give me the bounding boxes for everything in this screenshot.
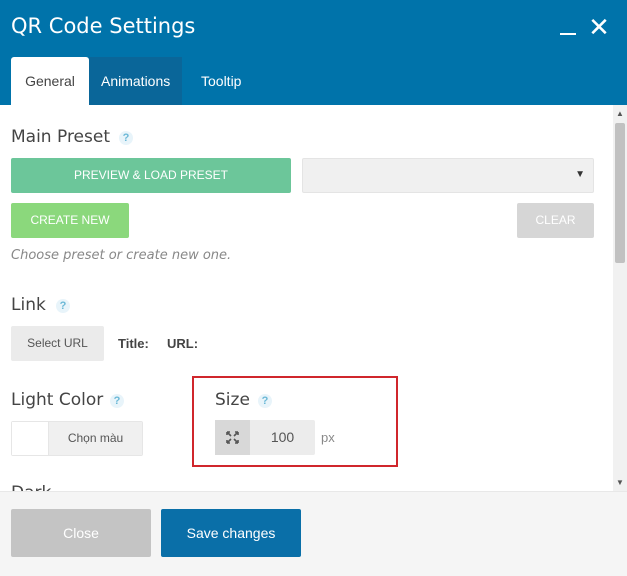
size-label: Size bbox=[215, 390, 250, 410]
create-new-button[interactable]: CREATE NEW bbox=[11, 203, 129, 238]
close-icon[interactable]: ✕ bbox=[588, 14, 610, 40]
size-help-icon[interactable]: ? bbox=[258, 394, 272, 408]
chevron-down-icon: ▼ bbox=[575, 169, 585, 180]
size-value[interactable]: 100 bbox=[250, 420, 315, 455]
dark-color-label-partial: Dark bbox=[11, 483, 51, 491]
dialog-footer: Close Save changes bbox=[0, 491, 627, 576]
select-url-button[interactable]: Select URL bbox=[11, 326, 104, 361]
scroll-up-icon[interactable]: ▲ bbox=[616, 109, 624, 118]
light-color-help-icon[interactable]: ? bbox=[110, 394, 124, 408]
main-preset-help-icon[interactable]: ? bbox=[119, 131, 133, 145]
light-color-label: Light Color bbox=[11, 390, 104, 410]
link-title-label: Title: bbox=[118, 336, 149, 351]
resize-icon bbox=[215, 420, 250, 455]
dialog-title: QR Code Settings bbox=[11, 14, 196, 38]
color-swatch[interactable] bbox=[12, 422, 49, 455]
clear-button[interactable]: CLEAR bbox=[517, 203, 594, 238]
settings-panel: Main Preset ? Preview & Load Preset ▼ CR… bbox=[0, 105, 613, 491]
scroll-thumb[interactable] bbox=[615, 123, 625, 263]
tab-tooltip[interactable]: Tooltip bbox=[189, 57, 253, 105]
content-scrollbar[interactable]: ▲ ▼ bbox=[613, 105, 627, 491]
size-unit: px bbox=[321, 430, 335, 445]
close-button[interactable]: Close bbox=[11, 509, 151, 557]
scroll-down-icon[interactable]: ▼ bbox=[616, 478, 624, 487]
size-input[interactable]: 100 bbox=[215, 420, 315, 455]
dialog-header: QR Code Settings ✕ General Animations To… bbox=[0, 0, 627, 105]
preset-select[interactable]: ▼ bbox=[302, 158, 594, 193]
link-url-label: URL: bbox=[167, 336, 199, 351]
link-help-icon[interactable]: ? bbox=[56, 299, 70, 313]
link-label: Link bbox=[11, 295, 46, 315]
preset-hint: Choose preset or create new one. bbox=[11, 248, 232, 263]
light-color-picker[interactable]: Chọn màu bbox=[11, 421, 143, 456]
minimize-icon[interactable] bbox=[557, 16, 579, 38]
tab-animations[interactable]: Animations bbox=[89, 57, 183, 105]
tab-general[interactable]: General bbox=[11, 57, 89, 105]
save-changes-button[interactable]: Save changes bbox=[161, 509, 301, 557]
preview-load-preset-button[interactable]: Preview & Load Preset bbox=[11, 158, 291, 193]
choose-color-button[interactable]: Chọn màu bbox=[49, 422, 142, 455]
main-preset-label: Main Preset bbox=[11, 127, 110, 147]
